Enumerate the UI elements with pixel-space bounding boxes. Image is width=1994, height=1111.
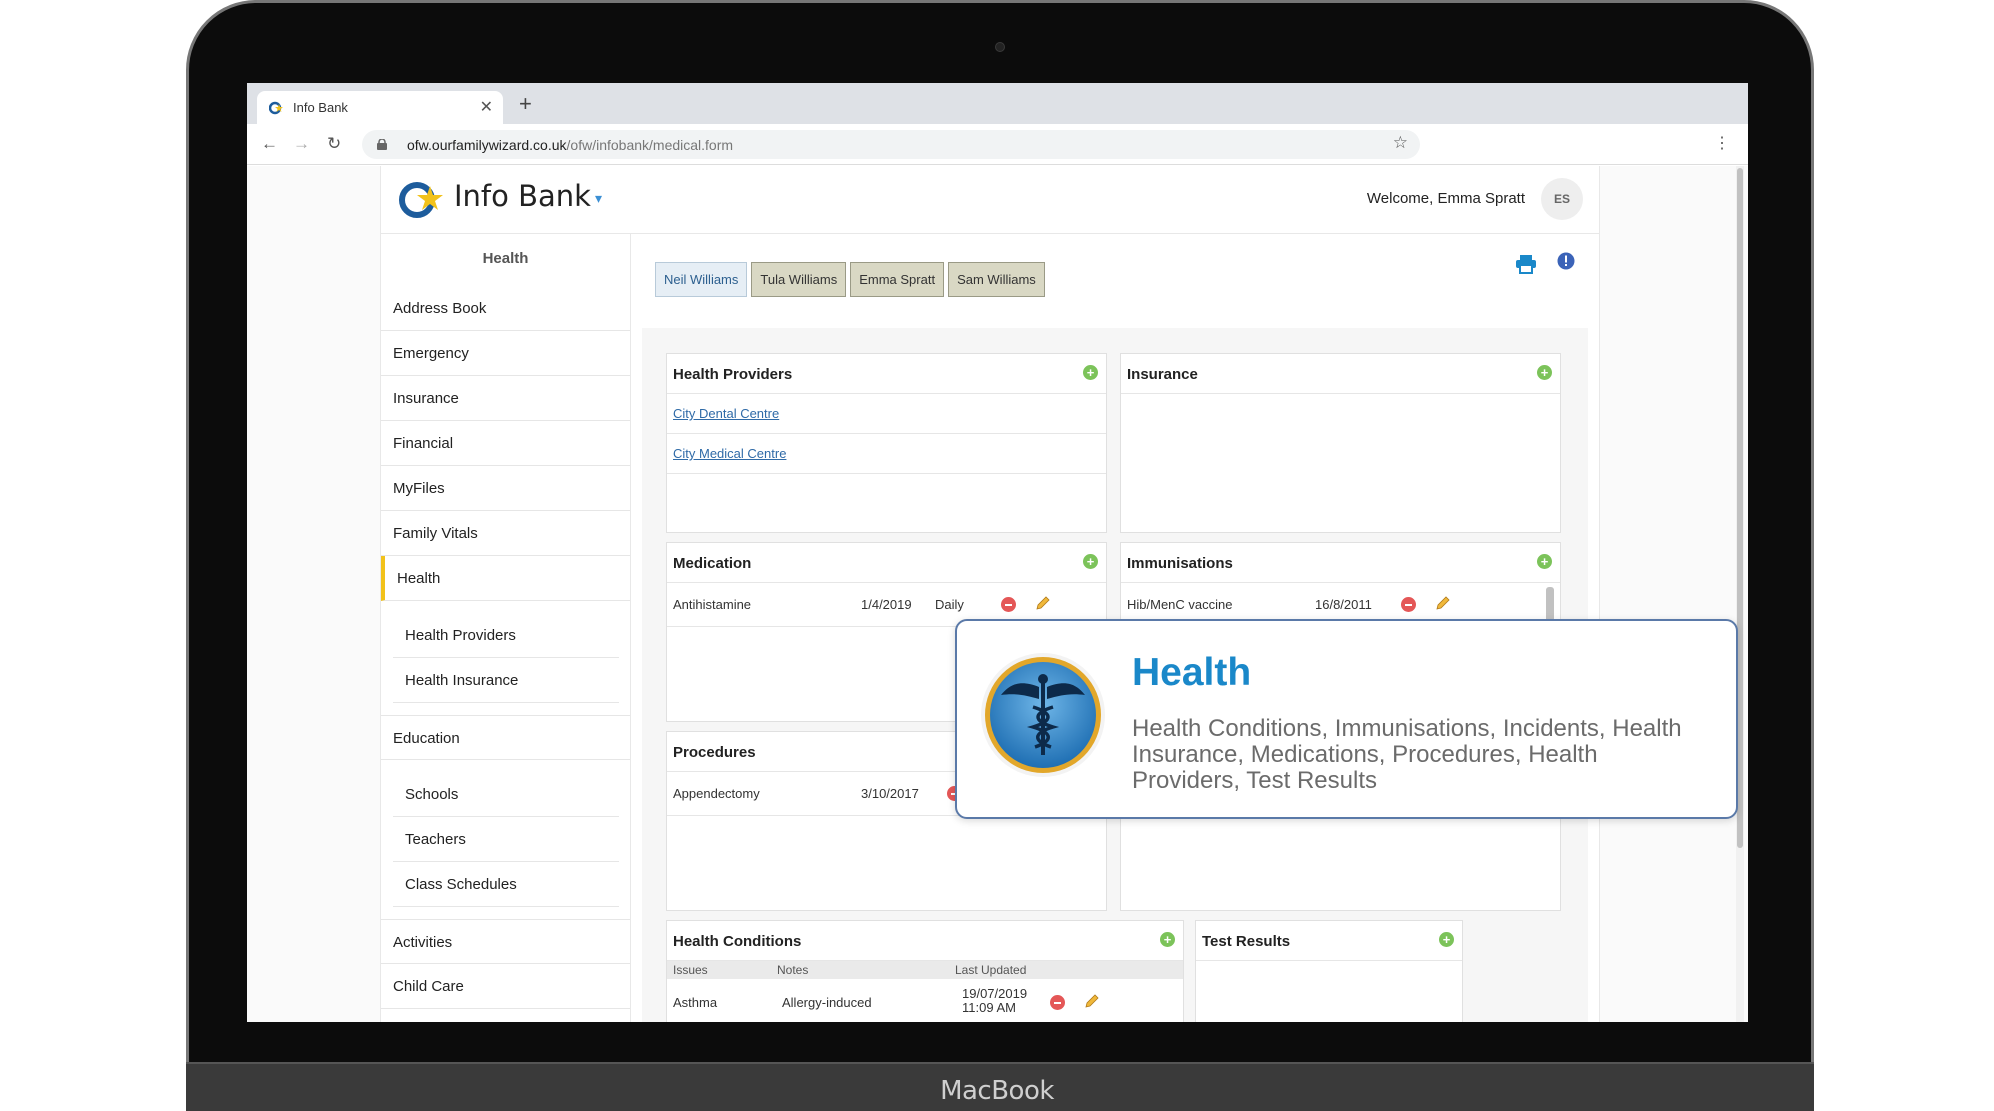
welcome-text: Welcome, Emma Spratt bbox=[1366, 190, 1525, 207]
back-icon[interactable]: ← bbox=[261, 134, 278, 154]
sidebar-item-child-care[interactable]: Child Care bbox=[381, 964, 630, 1009]
delete-icon[interactable] bbox=[1001, 597, 1016, 612]
browser-tab[interactable]: Info Bank ✕ bbox=[257, 91, 503, 124]
card-title: Health Providers + bbox=[667, 354, 1106, 394]
reload-icon[interactable]: ↻ bbox=[327, 134, 341, 154]
sidebar-item-emergency[interactable]: Emergency bbox=[381, 331, 630, 376]
tab-sam-williams[interactable]: Sam Williams bbox=[948, 262, 1045, 297]
sidebar-item-insurance[interactable]: Insurance bbox=[381, 376, 630, 421]
health-providers-card: Health Providers + City Dental Centre Cit… bbox=[666, 353, 1107, 533]
delete-icon[interactable] bbox=[1050, 995, 1065, 1010]
browser-menu-icon[interactable]: ⋮ bbox=[1714, 133, 1730, 153]
delete-icon[interactable] bbox=[1401, 597, 1416, 612]
condition-issue: Asthma bbox=[673, 995, 718, 1010]
vaccine-name: Hib/MenC vaccine bbox=[1127, 597, 1233, 612]
new-tab-icon[interactable]: + bbox=[519, 91, 532, 117]
medication-name: Antihistamine bbox=[673, 597, 752, 612]
add-icon[interactable]: + bbox=[1537, 554, 1552, 569]
print-icon[interactable] bbox=[1515, 254, 1537, 274]
bookmark-star-icon[interactable]: ☆ bbox=[1393, 133, 1408, 153]
column-header: Notes bbox=[777, 963, 809, 977]
address-bar-row: ← → ↻ ofw.ourfamilywizard.co.uk/ofw/info… bbox=[247, 124, 1748, 165]
forward-icon[interactable]: → bbox=[293, 134, 310, 154]
add-icon[interactable]: + bbox=[1083, 365, 1098, 380]
page: Info Bank ▾ Welcome, Emma Spratt ES Heal… bbox=[247, 166, 1748, 1022]
column-header: Last Updated bbox=[955, 963, 1027, 977]
sidebar: Health Address Book Emergency Insurance … bbox=[381, 234, 631, 1022]
sidebar-item-health[interactable]: Health bbox=[381, 556, 630, 601]
sidebar-item-financial[interactable]: Financial bbox=[381, 421, 630, 466]
camera bbox=[995, 42, 1005, 52]
app-title[interactable]: Info Bank bbox=[454, 179, 591, 213]
condition-updated: 19/07/2019 11:09 AM bbox=[962, 986, 1028, 1015]
device-brand: MacBook bbox=[940, 1076, 1054, 1106]
sidebar-subitem-class-schedules[interactable]: Class Schedules bbox=[393, 862, 619, 907]
close-tab-icon[interactable]: ✕ bbox=[480, 97, 493, 117]
avatar[interactable]: ES bbox=[1541, 178, 1583, 220]
table-header: Issues Notes Last Updated bbox=[667, 961, 1183, 979]
add-icon[interactable]: + bbox=[1537, 365, 1552, 380]
tab-emma-spratt[interactable]: Emma Spratt bbox=[850, 262, 945, 297]
pencil-icon[interactable] bbox=[1435, 595, 1451, 611]
caduceus-icon bbox=[981, 653, 1105, 777]
sidebar-item-family-vitals[interactable]: Family Vitals bbox=[381, 511, 630, 556]
medication-date: 1/4/2019 bbox=[861, 597, 912, 612]
url-path: /ofw/infobank/medical.form bbox=[566, 136, 734, 153]
ofw-favicon-icon bbox=[269, 101, 283, 114]
add-icon[interactable]: + bbox=[1439, 932, 1454, 947]
card-title: Medication + bbox=[667, 543, 1106, 583]
sidebar-subitem-health-insurance[interactable]: Health Insurance bbox=[393, 658, 619, 703]
card-title: Health Conditions + bbox=[667, 921, 1183, 961]
card-title: Immunisations + bbox=[1121, 543, 1560, 583]
lock-icon bbox=[377, 139, 387, 150]
sidebar-subitem-health-providers[interactable]: Health Providers bbox=[393, 613, 619, 658]
card-title: Test Results + bbox=[1196, 921, 1462, 961]
ofw-logo-icon bbox=[399, 182, 443, 218]
tab-title: Info Bank bbox=[293, 100, 348, 115]
app-container: Info Bank ▾ Welcome, Emma Spratt ES Heal… bbox=[380, 166, 1600, 1022]
procedure-date: 3/10/2017 bbox=[861, 786, 919, 801]
browser-tabstrip: Info Bank ✕ + bbox=[247, 83, 1748, 124]
sidebar-title: Health bbox=[482, 250, 529, 267]
add-icon[interactable]: + bbox=[1083, 554, 1098, 569]
vaccine-date: 16/8/2011 bbox=[1315, 597, 1372, 612]
url-domain: ofw.ourfamilywizard.co.uk bbox=[407, 136, 567, 153]
pencil-icon[interactable] bbox=[1035, 595, 1051, 611]
person-tabs: Neil Williams Tula Williams Emma Spratt … bbox=[655, 262, 1049, 298]
popup-description: Health Conditions, Immunisations, Incide… bbox=[1132, 715, 1682, 794]
sidebar-item-activities[interactable]: Activities bbox=[381, 919, 630, 964]
test-results-card: Test Results + bbox=[1195, 920, 1463, 1022]
sidebar-item-education[interactable]: Education bbox=[381, 715, 630, 760]
sidebar-subitem-teachers[interactable]: Teachers bbox=[393, 817, 619, 862]
health-conditions-card: Health Conditions + Issues Notes Last Upd… bbox=[666, 920, 1184, 1022]
alert-icon[interactable] bbox=[1557, 252, 1575, 270]
insurance-card: Insurance + bbox=[1120, 353, 1561, 533]
card-title: Insurance + bbox=[1121, 354, 1560, 394]
pencil-icon[interactable] bbox=[1084, 993, 1100, 1009]
tab-neil-williams[interactable]: Neil Williams bbox=[655, 262, 748, 297]
chevron-down-icon[interactable]: ▾ bbox=[595, 190, 602, 207]
sidebar-item-myfiles[interactable]: MyFiles bbox=[381, 466, 630, 511]
app-header: Info Bank ▾ Welcome, Emma Spratt ES bbox=[381, 166, 1599, 234]
medication-frequency: Daily bbox=[935, 597, 964, 612]
popup-title: Health bbox=[1132, 651, 1252, 694]
url-field[interactable]: ofw.ourfamilywizard.co.uk/ofw/infobank/m… bbox=[362, 130, 1420, 159]
table-row: Asthma Allergy-induced 19/07/2019 11:09 A… bbox=[667, 979, 1183, 1022]
column-header: Issues bbox=[673, 963, 708, 977]
condition-notes: Allergy-induced bbox=[782, 995, 872, 1010]
health-info-popup: Health Health Conditions, Immunisations,… bbox=[955, 619, 1738, 819]
add-icon[interactable]: + bbox=[1160, 932, 1175, 947]
provider-link[interactable]: City Dental Centre bbox=[667, 394, 1106, 434]
screen: Info Bank ✕ + ← → ↻ ofw.ourfamilywizard.… bbox=[247, 83, 1748, 1022]
procedure-name: Appendectomy bbox=[673, 786, 760, 801]
sidebar-subitem-schools[interactable]: Schools bbox=[393, 772, 619, 817]
sidebar-item-address-book[interactable]: Address Book bbox=[381, 286, 630, 331]
tab-tula-williams[interactable]: Tula Williams bbox=[751, 262, 847, 297]
page-scrollbar[interactable] bbox=[1736, 166, 1744, 1022]
provider-link[interactable]: City Medical Centre bbox=[667, 434, 1106, 474]
